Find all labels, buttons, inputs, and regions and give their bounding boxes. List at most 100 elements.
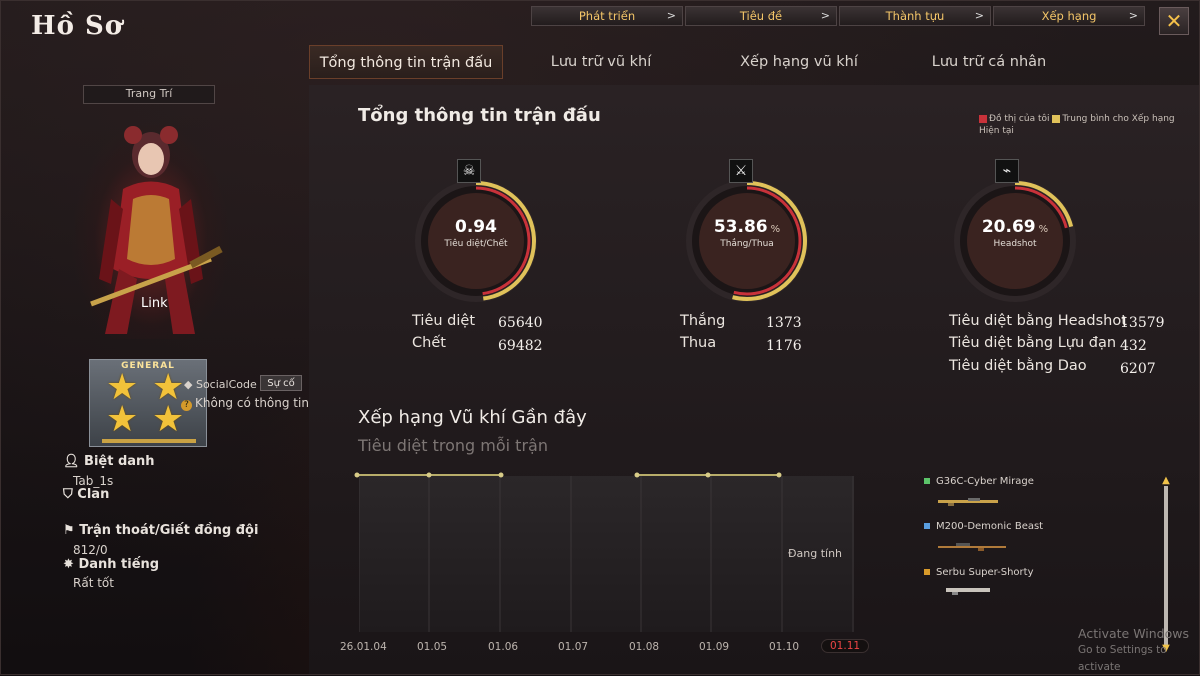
grenade-kills-label: Tiêu diệt bằng Lựu đạn — [949, 335, 1117, 351]
deaths-label: Chết — [412, 335, 446, 351]
scrollbar-track[interactable] — [1164, 486, 1168, 646]
nav-title-label: Tiêu đề — [739, 9, 783, 23]
rifle-icon — [938, 498, 998, 506]
headshot-unit: % — [1038, 224, 1049, 235]
kd-gauge-label: Tiêu diệt/Chết — [444, 239, 508, 249]
winrate-gauge-value: 53.86% — [677, 217, 817, 237]
sniper-rifle-icon — [938, 543, 1006, 551]
user-icon: 👤︎ — [63, 454, 80, 469]
activation-watermark: Activate Windows Go to Settings to activ… — [1078, 625, 1199, 676]
calculating-label: Đang tính — [788, 547, 843, 560]
nickname-row: 👤︎ Biệt danh — [63, 454, 155, 469]
reputation-value: Rất tốt — [73, 576, 114, 590]
tab-weapon-archive[interactable]: Lưu trữ vũ khí — [531, 45, 671, 79]
weapon-item[interactable]: Serbu Super-Shorty — [924, 567, 1034, 578]
grenade-kills-value: 432 — [1120, 338, 1147, 354]
weapon-name: G36C-Cyber Mirage — [936, 476, 1034, 487]
data-point — [426, 472, 432, 478]
hs-kills-label: Tiêu diệt bằng Headshot — [949, 313, 1127, 329]
scroll-up-icon[interactable]: ▲ — [1159, 476, 1173, 486]
no-info-text: Không có thông tin — [195, 396, 309, 410]
weapon-item[interactable]: G36C-Cyber Mirage — [924, 476, 1034, 487]
socialcode-label: SocialCode — [195, 378, 257, 391]
weapon-color-swatch — [924, 478, 930, 484]
tab-match-summary[interactable]: Tổng thông tin trận đấu — [309, 45, 503, 79]
chevron-right-icon: > — [974, 9, 984, 22]
winrate-unit: % — [770, 224, 781, 235]
crossed-guns-icon: ⚔ — [729, 159, 753, 183]
weapon-name: Serbu Super-Shorty — [936, 567, 1034, 578]
headshot-gauge-value: 20.69% — [945, 217, 1085, 237]
socialcode-row: ◆ SocialCode — [184, 378, 257, 391]
date-tick: 01.08 — [629, 641, 660, 653]
clan-shield-icon: ⛉ — [63, 487, 73, 502]
legend-mine-label: Đồ thị của tôi — [989, 114, 1050, 124]
winrate-value: 53.86 — [713, 217, 768, 237]
rifle-icon: ⌁ — [995, 159, 1019, 183]
tab-personal-archive[interactable]: Lưu trữ cá nhân — [914, 45, 1064, 79]
headshot-gauge: 20.69% Headshot — [945, 171, 1085, 311]
legend-avg-swatch — [1052, 114, 1061, 123]
chart-grid — [359, 476, 854, 632]
kills-value: 65640 — [498, 315, 543, 331]
close-icon: ✕ — [1165, 9, 1183, 33]
nav-ranking-button[interactable]: Xếp hạng > — [993, 6, 1145, 26]
nav-achievement-label: Thành tựu — [885, 9, 945, 23]
socialcode-button[interactable]: Sự cố — [260, 375, 302, 391]
star-icon: ★ — [106, 399, 139, 440]
watermark-line2: Go to Settings to activate — [1078, 644, 1167, 673]
date-tick: 01.09 — [699, 641, 730, 653]
chart-legend: Đồ thị của tôi Trung bình cho Xếp hạng H… — [979, 113, 1179, 137]
kd-value: 0.94 — [455, 217, 497, 237]
running-icon: ⚑ — [63, 523, 75, 538]
kd-gauge: 0.94 Tiêu diệt/Chết — [406, 171, 546, 311]
date-tick-selected[interactable]: 01.11 — [821, 639, 870, 653]
watermark-line1: Activate Windows — [1078, 626, 1189, 641]
losses-label: Thua — [680, 335, 717, 351]
nav-development-button[interactable]: Phát triển > — [531, 6, 683, 26]
wins-value: 1373 — [766, 315, 802, 331]
chevron-right-icon: > — [820, 9, 830, 22]
tag-icon: ◆ — [184, 378, 193, 391]
no-info-row: ? Không có thông tin — [181, 396, 309, 411]
data-point — [705, 472, 711, 478]
recent-title: Xếp hạng Vũ khí Gần đây — [358, 407, 587, 428]
star-icon: ★ — [152, 399, 185, 440]
legend-mine-swatch — [979, 114, 987, 123]
nav-achievement-button[interactable]: Thành tựu > — [839, 6, 991, 26]
date-tick: 01.07 — [558, 641, 589, 653]
deaths-value: 69482 — [498, 338, 543, 354]
data-point — [354, 472, 360, 478]
data-point — [634, 472, 640, 478]
data-point — [776, 472, 782, 478]
question-icon: ? — [181, 400, 192, 411]
escape-row: ⚑ Trận thoát/Giết đồng đội — [63, 523, 258, 538]
escape-value: 812/0 — [73, 543, 108, 557]
tab-bar: Tổng thông tin trận đấu Lưu trữ vũ khí X… — [309, 45, 1199, 81]
summary-title: Tổng thông tin trận đấu — [358, 105, 601, 126]
escape-label: Trận thoát/Giết đồng đội — [79, 523, 259, 538]
tab-weapon-ranking[interactable]: Xếp hạng vũ khí — [719, 45, 879, 79]
clan-label: Clan — [77, 487, 110, 502]
hs-kills-value: 13579 — [1120, 315, 1165, 331]
winrate-gauge: 53.86% Thắng/Thua — [677, 171, 817, 311]
weapon-item[interactable]: M200-Demonic Beast — [924, 521, 1043, 532]
close-button[interactable]: ✕ — [1159, 7, 1189, 35]
window-title: Hồ Sơ — [31, 11, 124, 41]
skull-icon: ☠ — [457, 159, 481, 183]
chart-top-lines — [354, 472, 782, 478]
profile-window: Hồ Sơ Phát triển > Tiêu đề > Thành tựu >… — [0, 0, 1200, 675]
top-nav: Phát triển > Tiêu đề > Thành tựu > Xếp h… — [531, 6, 1145, 26]
kd-gauge-value: 0.94 — [406, 217, 546, 237]
clan-row: ⛉ Clan — [63, 487, 109, 502]
headshot-value: 20.69 — [981, 217, 1036, 237]
winrate-gauge-label: Thắng/Thua — [720, 239, 774, 249]
nav-title-button[interactable]: Tiêu đề > — [685, 6, 837, 26]
nav-development-label: Phát triển — [578, 9, 636, 23]
recent-kills-chart — [359, 476, 854, 632]
decorate-button[interactable]: Trang Trí — [83, 85, 215, 104]
wins-label: Thắng — [680, 313, 726, 329]
knife-kills-label: Tiêu diệt bằng Dao — [949, 358, 1087, 374]
weapon-color-swatch — [924, 523, 930, 529]
date-tick: 01.10 — [769, 641, 800, 653]
